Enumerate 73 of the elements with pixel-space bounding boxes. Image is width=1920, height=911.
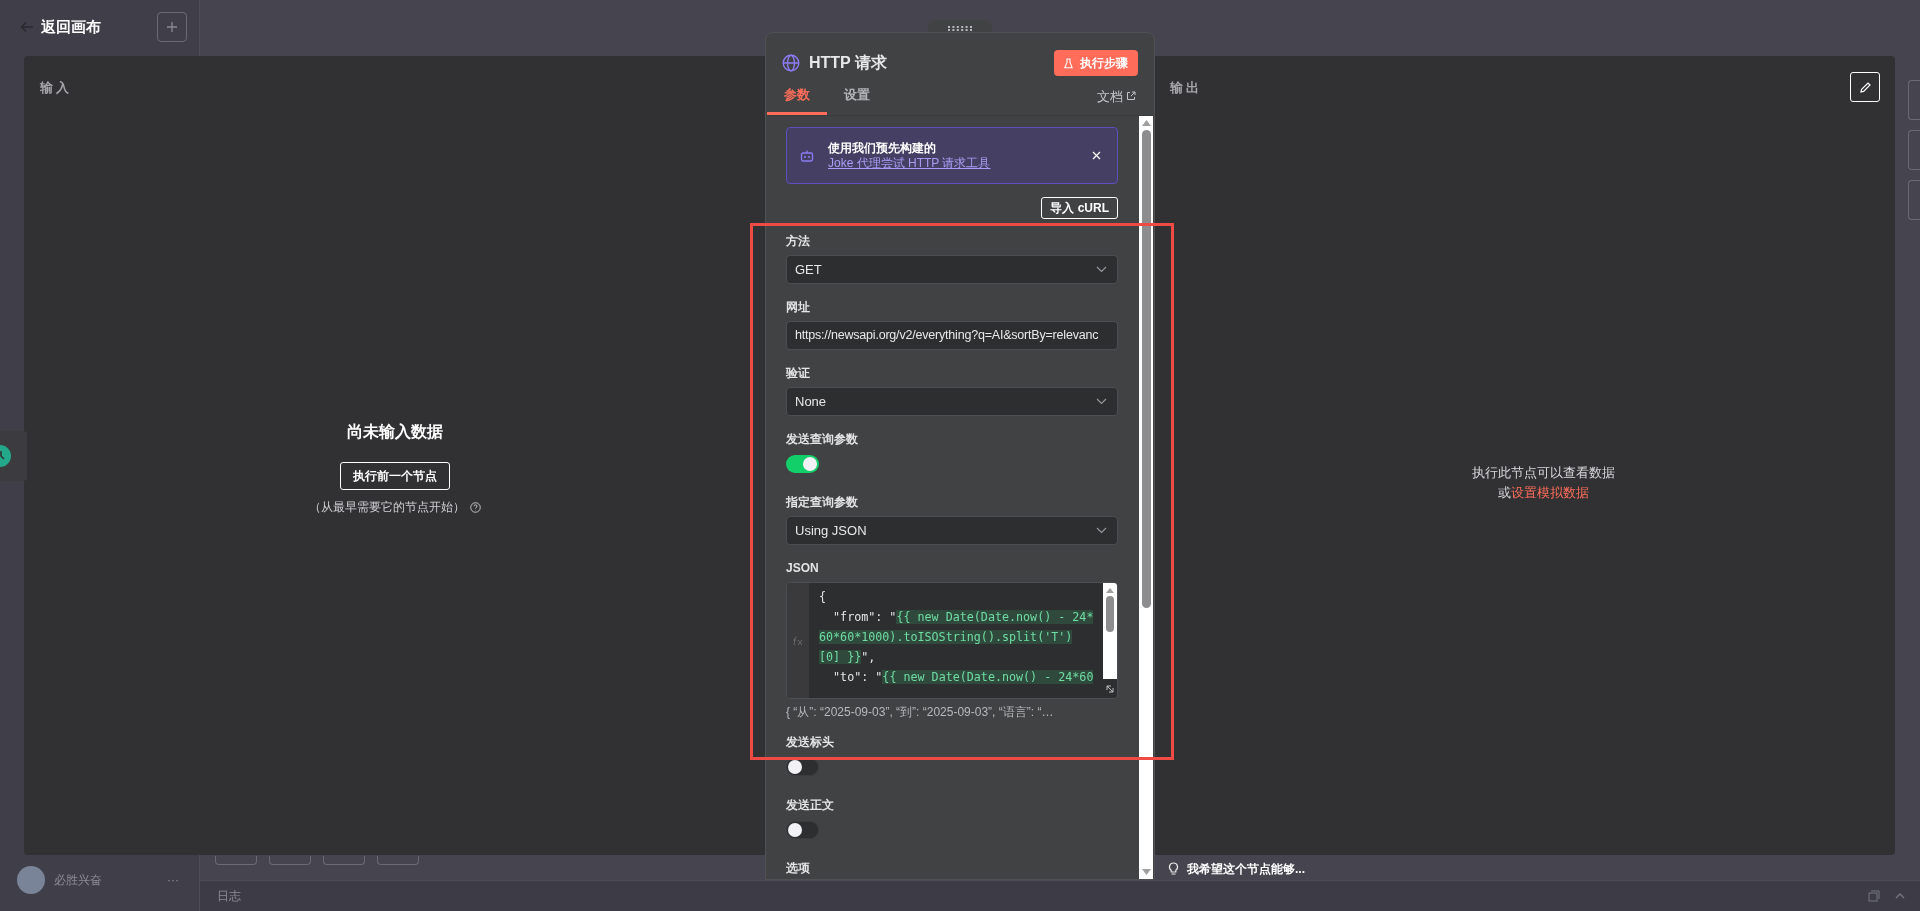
toolbar-button[interactable] xyxy=(323,856,365,865)
field-label: 指定查询参数 xyxy=(786,495,858,509)
tab[interactable]: 参数 xyxy=(767,85,827,115)
field-label: 发送正文 xyxy=(786,798,834,812)
help-icon[interactable] xyxy=(469,501,481,513)
tab[interactable]: 设置 xyxy=(827,85,887,115)
url-field[interactable]: https://newsapi.org/v2/everything?q=AI&sortBy=relevanc xyxy=(786,321,1118,350)
side-button[interactable] xyxy=(1908,130,1920,170)
pane-title: 输入 xyxy=(40,79,72,97)
fx-icon xyxy=(792,635,804,646)
json-preview: { “从”: “2025-09-03”, “到”: “2025-09-03”, “语言”: “… xyxy=(786,705,1055,719)
pencil-icon xyxy=(1858,80,1872,94)
code-line: "to": "{{ new Date(Date.now() - 24*60 xyxy=(832,669,1094,686)
side-button[interactable] xyxy=(1908,80,1920,120)
avatar[interactable] xyxy=(17,866,45,894)
field-label: 方法 xyxy=(786,234,810,248)
code-editor[interactable]: { "from": "{{ new Date(Date.now() - 24* 60*60*1000).toISOString().split('T') [0] }}", "to": "{{ new Date(Date.now() - 24*60 xyxy=(786,582,1118,699)
side-button[interactable] xyxy=(1908,180,1920,220)
history-tab[interactable] xyxy=(0,431,27,481)
back-arrow-icon[interactable] xyxy=(20,20,34,34)
robot-icon xyxy=(800,149,814,162)
user-name: 必胜兴奋 xyxy=(54,872,103,889)
scroll-up-icon[interactable] xyxy=(1106,588,1114,593)
scroll-down-icon[interactable] xyxy=(1141,869,1151,875)
banner-text: 使用我们预先构建的 Joke 代理尝试 HTTP 请求工具 xyxy=(828,140,992,171)
plus-icon xyxy=(166,21,178,33)
import-curl-button[interactable]: 导入 cURL xyxy=(1041,197,1118,219)
docs-link[interactable]: 文档 xyxy=(1097,86,1123,106)
lightbulb-icon xyxy=(1168,862,1179,876)
field-label: 发送查询参数 xyxy=(786,432,858,446)
empty-title: 尚未输入数据 xyxy=(346,422,443,442)
toolbar-button[interactable] xyxy=(269,856,311,865)
resize-icon[interactable] xyxy=(1105,683,1115,694)
scroll-up-icon[interactable] xyxy=(1141,120,1151,126)
banner-link[interactable]: Joke 代理尝试 HTTP 请求工具 xyxy=(828,155,991,170)
run-previous-button[interactable]: 执行前一个节点 xyxy=(339,462,450,490)
back-link[interactable]: 返回画布 xyxy=(41,15,101,39)
copy-icon[interactable] xyxy=(1868,890,1880,902)
editor-scrollbar-thumb[interactable] xyxy=(1106,596,1114,632)
toolbar-button[interactable] xyxy=(215,856,257,865)
select-field[interactable]: Using JSON xyxy=(786,516,1118,545)
chevron-down-icon xyxy=(1096,398,1107,405)
field-label: 网址 xyxy=(786,300,810,314)
panel-title: HTTP 请求 xyxy=(809,53,887,73)
toolbar-button[interactable] xyxy=(377,856,419,865)
feedback-link[interactable]: 我希望这个节点能够... xyxy=(1187,860,1305,878)
clock-icon xyxy=(0,445,12,467)
scrollbar-thumb[interactable] xyxy=(1141,130,1151,608)
mock-data-link[interactable]: 设置模拟数据 xyxy=(1510,482,1589,502)
toggle-switch[interactable] xyxy=(786,821,819,839)
external-link-icon xyxy=(1126,91,1136,102)
close-icon[interactable] xyxy=(1092,151,1101,160)
field-label: 发送标头 xyxy=(786,735,834,749)
code-line: "from": "{{ new Date(Date.now() - 24* xyxy=(832,609,1094,626)
add-button[interactable] xyxy=(157,12,187,42)
hint-text: （从最早需要它的节点开始） xyxy=(308,499,465,516)
chevron-down-icon xyxy=(1096,527,1107,534)
select-field[interactable]: GET xyxy=(786,255,1118,284)
field-label: 选项 xyxy=(786,861,810,875)
select-field[interactable]: None xyxy=(786,387,1118,416)
code-line: [0] }}", xyxy=(819,649,876,666)
globe-icon xyxy=(782,54,800,72)
field-label: JSON xyxy=(786,561,819,575)
code-line: { xyxy=(819,589,827,606)
grip-icon xyxy=(948,26,972,31)
field-label: 验证 xyxy=(786,366,810,380)
empty-message: 执行此节点可以查看数据 xyxy=(1471,464,1615,482)
pane-title: 输出 xyxy=(1170,79,1202,97)
or-text: 或 xyxy=(1497,483,1511,502)
flask-icon xyxy=(1064,57,1073,69)
chevron-down-icon xyxy=(1096,266,1107,273)
toggle-switch[interactable] xyxy=(786,455,819,473)
edit-button[interactable] xyxy=(1850,72,1880,102)
